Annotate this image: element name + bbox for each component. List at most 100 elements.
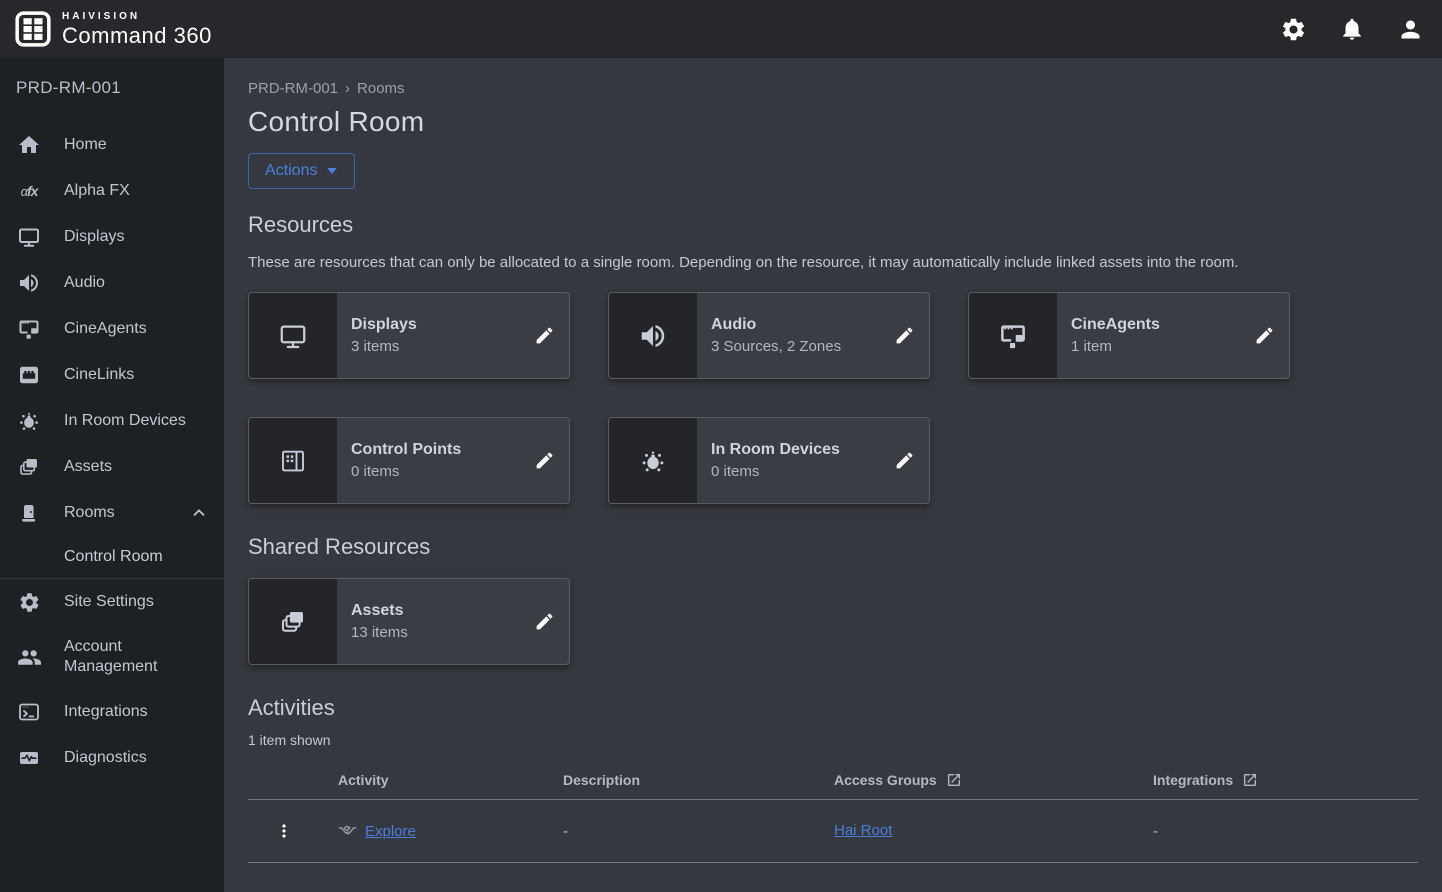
sidebar-item-cinelinks[interactable]: CineLinks: [0, 352, 224, 398]
rooms-door-icon: [16, 501, 42, 525]
card-subtitle: 3 items: [351, 338, 519, 355]
sidebar-item-integrations[interactable]: Integrations: [0, 689, 224, 735]
table-row: Explore - Hai Root -: [248, 800, 1418, 863]
in-room-devices-icon: [609, 418, 697, 503]
edit-pencil-icon[interactable]: [519, 579, 569, 664]
sidebar-item-assets[interactable]: Assets: [0, 444, 224, 490]
brand-logo[interactable]: HAIVISION Command 360: [14, 9, 212, 49]
sidebar-item-label: CineAgents: [64, 319, 147, 339]
sidebar-item-site-settings[interactable]: Site Settings: [0, 579, 224, 625]
actions-button[interactable]: Actions: [248, 153, 355, 189]
main-content: PRD-RM-001 › Rooms Control Room Actions …: [224, 58, 1442, 892]
external-link-icon[interactable]: [946, 772, 962, 788]
edit-pencil-icon[interactable]: [879, 293, 929, 378]
breadcrumb-parent[interactable]: PRD-RM-001: [248, 80, 338, 97]
breadcrumb-separator: ›: [345, 80, 350, 97]
sidebar-item-label: Audio: [64, 273, 105, 293]
sidebar-item-diagnostics[interactable]: Diagnostics: [0, 735, 224, 781]
sidebar-item-account-management[interactable]: Account Management: [0, 625, 224, 689]
alpha-fx-icon: αfx: [16, 183, 42, 199]
cineagents-icon: [16, 317, 42, 341]
sidebar-item-in-room-devices[interactable]: In Room Devices: [0, 398, 224, 444]
sidebar-item-label: Account Management: [64, 637, 194, 677]
access-group-link[interactable]: Hai Root: [834, 822, 892, 839]
sidebar-item-label: Diagnostics: [64, 748, 147, 768]
sidebar-subitem-control-room[interactable]: Control Room: [0, 536, 224, 578]
breadcrumb: PRD-RM-001 › Rooms: [248, 80, 1418, 97]
caret-down-icon: [326, 166, 338, 176]
header-cell-description: Description: [563, 772, 834, 788]
edit-pencil-icon[interactable]: [1239, 293, 1289, 378]
sidebar-item-audio[interactable]: Audio: [0, 260, 224, 306]
row-description: -: [563, 823, 834, 840]
sidebar-item-rooms[interactable]: Rooms: [0, 490, 224, 536]
activities-count: 1 item shown: [248, 732, 1418, 748]
card-title: Displays: [351, 316, 519, 334]
handshake-icon: [338, 822, 357, 841]
edit-pencil-icon[interactable]: [519, 418, 569, 503]
card-subtitle: 13 items: [351, 624, 519, 641]
card-subtitle: 3 Sources, 2 Zones: [711, 338, 879, 355]
header-cell-integrations: Integrations: [1153, 772, 1418, 788]
display-icon: [16, 225, 42, 249]
row-menu-kebab-icon[interactable]: [274, 820, 298, 842]
audio-icon: [16, 271, 42, 295]
gear-icon: [16, 591, 42, 614]
card-subtitle: 1 item: [1071, 338, 1239, 355]
resources-heading: Resources: [248, 212, 1418, 238]
account-person-icon[interactable]: [1397, 16, 1424, 43]
resource-card-audio: Audio 3 Sources, 2 Zones: [608, 292, 930, 379]
diagnostics-pulse-icon: [16, 746, 42, 770]
people-icon: [16, 645, 42, 670]
breadcrumb-current[interactable]: Rooms: [357, 80, 405, 97]
assets-icon: [16, 455, 42, 479]
sidebar-item-displays[interactable]: Displays: [0, 214, 224, 260]
shared-card-assets: Assets 13 items: [248, 578, 570, 665]
in-room-devices-icon: [16, 409, 42, 433]
sidebar-item-alpha-fx[interactable]: αfx Alpha FX: [0, 168, 224, 214]
command360-grid-icon: [14, 9, 52, 49]
external-link-icon[interactable]: [1242, 772, 1258, 788]
header-cell-activity: Activity: [338, 772, 563, 788]
notifications-bell-icon[interactable]: [1339, 16, 1365, 42]
sidebar-item-label: Home: [64, 135, 107, 155]
sidebar-item-label: Site Settings: [64, 592, 154, 612]
activities-table: Activity Description Access Groups Integ…: [248, 760, 1418, 863]
resource-card-cineagents: CineAgents 1 item: [968, 292, 1290, 379]
cineagents-icon: [969, 293, 1057, 378]
chevron-up-icon[interactable]: [190, 504, 208, 522]
sidebar-item-label: Integrations: [64, 702, 148, 722]
settings-icon[interactable]: [1280, 16, 1307, 43]
resources-description: These are resources that can only be all…: [248, 251, 1398, 274]
cinelinks-ethernet-icon: [16, 363, 42, 387]
sidebar-item-label: In Room Devices: [64, 411, 186, 431]
page-title: Control Room: [248, 106, 1418, 138]
sidebar-item-label: Assets: [64, 457, 112, 477]
activity-explore-link[interactable]: Explore: [365, 823, 416, 840]
shared-resources-heading: Shared Resources: [248, 534, 1418, 560]
resource-card-control-points: Control Points 0 items: [248, 417, 570, 504]
card-title: In Room Devices: [711, 441, 879, 459]
resources-card-grid: Displays 3 items Audio 3 Sources, 2 Zone…: [248, 292, 1418, 504]
assets-icon: [249, 579, 337, 664]
resource-card-in-room-devices: In Room Devices 0 items: [608, 417, 930, 504]
display-icon: [249, 293, 337, 378]
topbar: HAIVISION Command 360: [0, 0, 1442, 58]
resource-card-displays: Displays 3 items: [248, 292, 570, 379]
sidebar-item-label: Displays: [64, 227, 124, 247]
home-icon: [16, 133, 42, 157]
brand-product-label: Command 360: [62, 25, 212, 47]
activities-heading: Activities: [248, 695, 1418, 721]
sidebar-item-label: CineLinks: [64, 365, 134, 385]
card-subtitle: 0 items: [711, 463, 879, 480]
edit-pencil-icon[interactable]: [519, 293, 569, 378]
control-points-icon: [249, 418, 337, 503]
edit-pencil-icon[interactable]: [879, 418, 929, 503]
sidebar-item-label: Rooms: [64, 503, 115, 523]
sidebar-item-cineagents[interactable]: CineAgents: [0, 306, 224, 352]
sidebar-item-label: Alpha FX: [64, 181, 130, 201]
sidebar-item-home[interactable]: Home: [0, 122, 224, 168]
card-title: Audio: [711, 316, 879, 334]
header-cell-access-groups: Access Groups: [834, 772, 1153, 788]
table-header-row: Activity Description Access Groups Integ…: [248, 760, 1418, 800]
